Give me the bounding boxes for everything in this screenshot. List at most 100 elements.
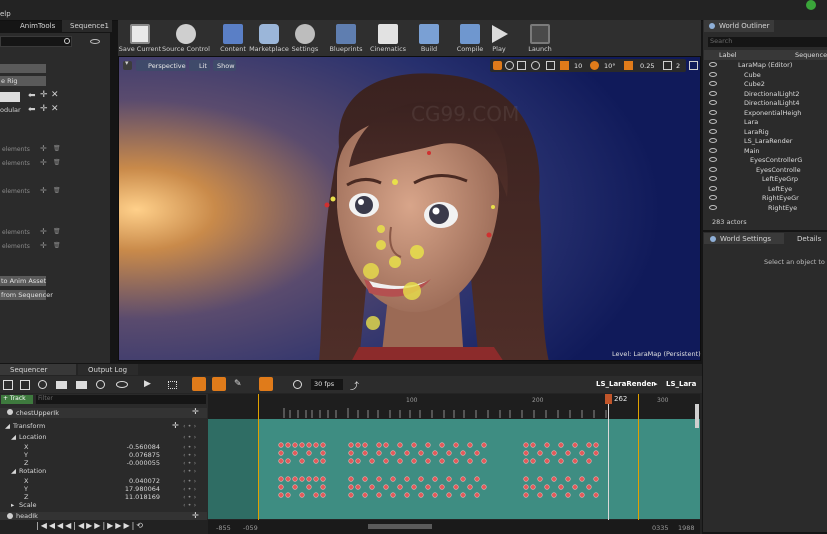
rotate-icon[interactable] [505,61,514,70]
scale-icon[interactable] [517,61,526,70]
outliner-search-input[interactable]: Search [708,37,827,47]
location-x-value[interactable]: -0.560084 [120,443,160,451]
key-nav-icons[interactable]: ‹ • › [183,501,196,509]
timeline-scrollbar[interactable] [695,404,699,428]
key-icon[interactable] [192,377,206,391]
trash-icon[interactable]: 🗑 [53,187,61,194]
next-bone-row[interactable]: headIk ✛ [0,511,207,520]
visibility-icon[interactable] [90,39,100,44]
build-button[interactable]: Build [416,22,442,54]
playback-end-marker[interactable] [638,394,639,520]
auto-key-icon[interactable] [212,377,226,391]
viewport[interactable]: CG99.COM [118,56,701,361]
left-search-input[interactable] [0,36,72,47]
render-movie-icon[interactable] [76,381,87,389]
expand-arrow-icon[interactable]: ◢ [11,467,16,475]
outliner-row[interactable]: LaraMap (Editor) [704,61,827,71]
range-scrollbar[interactable] [368,524,432,529]
eye-icon[interactable] [709,147,717,153]
trash-icon[interactable]: 🗑 [53,159,61,166]
key-nav-icons[interactable]: ‹ • › [183,451,196,459]
camera-speed-value[interactable]: 2 [676,62,680,70]
browse-icon[interactable] [20,380,30,390]
key-nav-icons[interactable]: ‹ • › [183,443,196,451]
close-icon-2[interactable]: ✕ [51,104,59,114]
rotation-z-value[interactable]: 11.018169 [120,493,160,501]
save-current-button[interactable]: Save Current [119,22,161,54]
add-icon-2[interactable]: ✛ [40,104,48,114]
eye-icon[interactable] [709,109,717,115]
outliner-row[interactable]: RightEye [704,204,827,214]
curve-editor-icon[interactable]: ⤴ [350,379,359,392]
arrow-left-icon[interactable]: ⬅ [28,91,36,101]
scale-row[interactable]: ▸ Scale ‹ • › [0,501,207,510]
eye-icon[interactable] [709,128,717,134]
trash-icon[interactable]: 🗑 [53,242,61,249]
outliner-row[interactable]: LS_LaraRender [704,137,827,147]
outliner-row[interactable]: Lara [704,118,827,128]
location-z-value[interactable]: -0.000055 [120,459,160,467]
grid-snap-icon[interactable] [560,61,569,70]
add-key-icon[interactable]: ✛ [192,511,199,520]
add-track-button[interactable]: + Track [1,395,33,404]
left-mode-dropdown[interactable]: odular [0,106,21,114]
blueprints-button[interactable]: Blueprints [329,22,363,54]
key-nav-icons[interactable]: ‹ • › [183,467,196,475]
play-button[interactable]: Play [488,22,510,54]
eye-icon[interactable] [709,100,717,105]
left-dropdown[interactable] [0,92,20,102]
surface-snap-icon[interactable] [546,61,555,70]
add-icon[interactable]: ✛ [40,90,48,100]
col-label[interactable]: Label [719,51,737,59]
outliner-row[interactable]: LeftEyeGrp [704,175,827,185]
arrow-left-icon-2[interactable]: ⬅ [28,105,36,115]
rotation-row[interactable]: ◢ Rotation ‹ • › [0,467,207,477]
key-nav-icons[interactable]: ‹ • › [183,422,196,430]
keyframe-grid[interactable] [276,440,606,502]
rotation-snap-icon[interactable] [590,61,599,70]
trash-icon[interactable]: 🗑 [53,228,61,235]
outliner-row[interactable]: Main [704,147,827,157]
expand-arrow-icon[interactable]: ◢ [5,422,10,430]
refresh-icon[interactable] [96,380,105,389]
clock-icon[interactable] [293,380,302,389]
eye-icon[interactable] [709,90,717,96]
scale-snap-value[interactable]: 0.25 [640,62,654,70]
translate-icon[interactable] [493,61,502,70]
source-control-button[interactable]: Source Control [162,22,210,54]
key-nav-icons[interactable]: ‹ • › [183,485,196,493]
outliner-row[interactable]: ExponentialHeigh [704,109,827,119]
settings-button[interactable]: Settings [292,22,318,54]
outliner-row[interactable]: LeftEye [704,185,827,195]
save-icon[interactable] [3,380,13,390]
pencil-icon[interactable]: ✎ [234,379,242,389]
outliner-row[interactable]: EyesControlle [704,166,827,176]
outliner-row[interactable]: Cube [704,71,827,81]
add-icon[interactable]: ✛ [40,227,47,236]
eye-icon[interactable] [709,195,717,200]
search-icon[interactable] [38,380,47,389]
eye-icon[interactable] [709,185,717,191]
add-key-icon[interactable]: ✛ [172,421,179,430]
outliner-row[interactable]: Cube2 [704,80,827,90]
launch-button[interactable]: Launch [526,22,554,54]
add-key-icon[interactable]: ✛ [192,407,199,416]
rotation-x-value[interactable]: 0.040072 [120,477,160,485]
breadcrumb-leaf[interactable]: LS_Lara [666,380,696,388]
selection-icon[interactable] [168,381,177,389]
add-icon[interactable]: ✛ [40,158,47,167]
eye-icon[interactable] [709,71,717,77]
eye-icon[interactable] [709,81,717,86]
transport-controls[interactable]: |◀◀◀◀|◀▶▶|▶▶▶|⟲ [36,521,145,530]
key-nav-icons[interactable]: ‹ • › [183,459,196,467]
cinematics-button[interactable]: Cinematics [370,22,406,54]
trash-icon[interactable]: 🗑 [53,145,61,152]
compile-button[interactable]: Compile [456,22,484,54]
fps-dropdown[interactable]: 30 fps [311,379,343,390]
close-icon[interactable]: ✕ [51,90,59,100]
track-filter-input[interactable]: Filter [36,395,206,404]
key-nav-icons[interactable]: ‹ • › [183,477,196,485]
add-icon[interactable]: ✛ [40,144,47,153]
add-icon[interactable]: ✛ [40,241,47,250]
camera-speed-icon[interactable] [663,61,672,70]
